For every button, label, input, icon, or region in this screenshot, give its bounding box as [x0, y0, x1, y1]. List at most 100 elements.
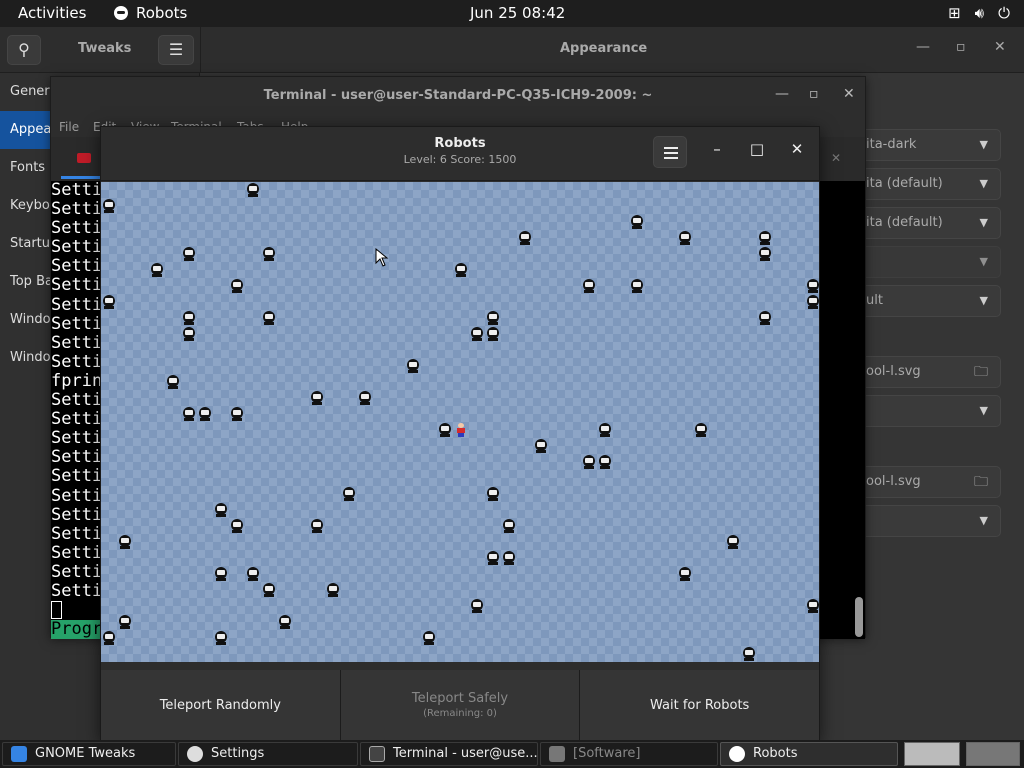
robot-enemy [326, 583, 340, 597]
workspace-2[interactable] [966, 742, 1020, 766]
clock[interactable]: Jun 25 08:42 [470, 4, 565, 22]
robot-enemy [214, 567, 228, 581]
remaining-count: (Remaining: 0) [423, 708, 497, 719]
robot-enemy [358, 391, 372, 405]
system-tray[interactable]: ⊞ 🔊︎ ⏻ [948, 4, 1010, 22]
sound-combo[interactable]: ult ▼ [855, 285, 1001, 317]
robot-enemy [758, 231, 772, 245]
robot-enemy [262, 247, 276, 261]
robots-actions: Teleport Randomly Teleport Safely (Remain… [101, 670, 820, 740]
robot-enemy [246, 183, 260, 197]
chevron-down-icon: ▼ [979, 255, 988, 268]
robot-enemy [118, 535, 132, 549]
robots-app-icon [114, 6, 128, 20]
robot-enemy [262, 311, 276, 325]
robots-header: Robots Level: 6 Score: 1500 – □ ✕ [101, 127, 819, 181]
game-board[interactable] [101, 182, 819, 662]
robot-enemy [182, 327, 196, 341]
robots-menu-button[interactable] [653, 136, 687, 168]
robot-enemy [630, 215, 644, 229]
robot-enemy [182, 247, 196, 261]
teleport-randomly-button[interactable]: Teleport Randomly [101, 670, 341, 740]
chevron-down-icon: ▼ [979, 177, 988, 190]
menu-file[interactable]: File [59, 120, 79, 134]
maximize-button[interactable]: ▫ [809, 86, 819, 102]
workspace-1[interactable] [904, 742, 960, 766]
taskbar-label: [Software] [573, 746, 641, 761]
taskbar-item-settings[interactable]: Settings [178, 742, 358, 766]
robot-enemy [406, 359, 420, 373]
terminal-tab[interactable] [61, 141, 101, 179]
wait-for-robots-button[interactable]: Wait for Robots [580, 670, 820, 740]
combo-value: ita (default) [866, 215, 943, 230]
robot-enemy [182, 311, 196, 325]
close-button[interactable]: ✕ [994, 39, 1006, 55]
robot-enemy [230, 519, 244, 533]
terminal-scrollbar[interactable] [855, 597, 863, 637]
background-adjustment-combo[interactable]: ▼ [855, 395, 1001, 427]
robot-enemy [806, 279, 819, 293]
taskbar-item-terminal[interactable]: Terminal - user@use... [360, 742, 538, 766]
robot-enemy [230, 279, 244, 293]
robot-enemy [742, 647, 756, 661]
minimize-button[interactable]: — [775, 86, 789, 102]
taskbar-label: GNOME Tweaks [35, 746, 136, 761]
terminal-title: Terminal - user@user-Standard-PC-Q35-ICH… [263, 88, 653, 103]
terminal-cursor [51, 601, 62, 620]
button-label: Teleport Safely [411, 691, 509, 706]
close-tab-icon[interactable]: ✕ [831, 151, 841, 165]
robot-enemy [310, 391, 324, 405]
robot-enemy [534, 439, 548, 453]
robot-enemy [598, 423, 612, 437]
taskbar-item-robots[interactable]: Robots [720, 742, 898, 766]
teleport-safely-button[interactable]: Teleport Safely (Remaining: 0) [340, 670, 581, 740]
taskbar-label: Terminal - user@use... [393, 746, 538, 761]
search-button[interactable]: ⚲ [7, 35, 41, 65]
close-button[interactable]: ✕ [843, 86, 855, 102]
combo-value: ult [866, 293, 883, 308]
close-button[interactable]: ✕ [787, 140, 807, 158]
background-image-chooser[interactable]: ool-l.svg 🗀 [855, 356, 1001, 388]
activities-button[interactable]: Activities [18, 4, 86, 22]
hamburger-menu-button[interactable]: ☰ [158, 35, 194, 65]
lockscreen-image-chooser[interactable]: ool-l.svg 🗀 [855, 466, 1001, 498]
maximize-button[interactable]: ▫ [956, 39, 966, 55]
combo-value: ita (default) [866, 176, 943, 191]
robot-enemy [486, 487, 500, 501]
robot-enemy [246, 567, 260, 581]
robot-enemy [342, 487, 356, 501]
power-icon: ⏻ [998, 4, 1010, 22]
terminal-header: Terminal - user@user-Standard-PC-Q35-ICH… [51, 77, 865, 115]
theme-combo[interactable]: ita-dark ▼ [855, 129, 1001, 161]
robot-enemy [102, 199, 116, 213]
tweaks-header: ⚲ Tweaks ☰ Appearance — ▫ ✕ [0, 27, 1024, 73]
icons-combo[interactable]: ita (default) ▼ [855, 207, 1001, 239]
shell-combo[interactable]: ▼ [855, 246, 1001, 278]
taskbar-item-software[interactable]: [Software] [540, 742, 718, 766]
maximize-button[interactable]: □ [747, 140, 767, 158]
cursor-combo[interactable]: ita (default) ▼ [855, 168, 1001, 200]
lockscreen-adjustment-combo[interactable]: ▼ [855, 505, 1001, 537]
software-bag-icon [549, 746, 565, 762]
robot-enemy [470, 599, 484, 613]
taskbar-item-tweaks[interactable]: GNOME Tweaks [2, 742, 176, 766]
combo-value: ita-dark [866, 137, 917, 152]
chevron-down-icon: ▼ [979, 404, 988, 417]
minimize-button[interactable]: – [707, 140, 727, 158]
robot-enemy [150, 263, 164, 277]
chevron-down-icon: ▼ [979, 514, 988, 527]
network-icon: ⊞ [948, 4, 961, 22]
robot-enemy [470, 327, 484, 341]
minimize-button[interactable]: — [916, 39, 930, 55]
robot-enemy [198, 407, 212, 421]
top-bar: Activities Robots Jun 25 08:42 ⊞ 🔊︎ ⏻ [0, 0, 1024, 27]
robot-enemy [806, 295, 819, 309]
robot-enemy [726, 535, 740, 549]
app-menu[interactable]: Robots [114, 4, 187, 22]
robot-enemy [806, 599, 819, 613]
robots-app-icon [729, 746, 745, 762]
robot-enemy [278, 615, 292, 629]
chevron-down-icon: ▼ [979, 294, 988, 307]
robot-enemy [486, 551, 500, 565]
robot-enemy [630, 279, 644, 293]
